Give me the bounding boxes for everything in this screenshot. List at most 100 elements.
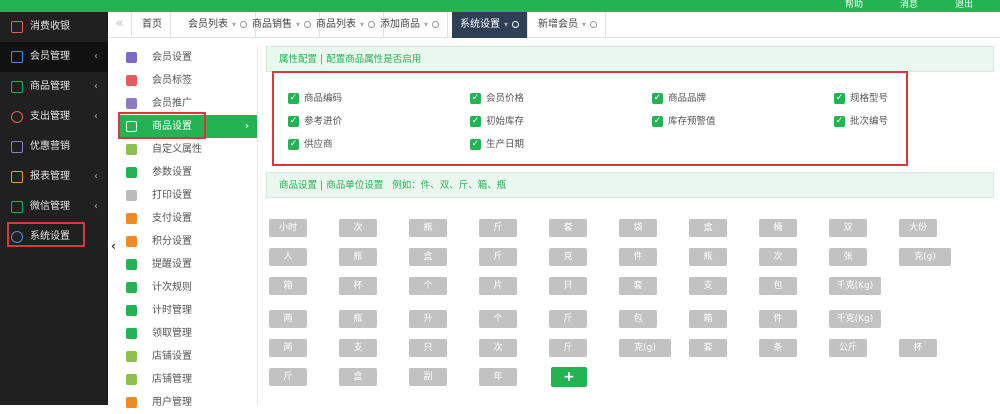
pin-icon[interactable]: ▾ [424,12,428,38]
pin-icon[interactable]: ▾ [232,12,236,38]
unit-tag[interactable]: 件 [759,310,797,328]
unit-tag[interactable]: 副 [409,368,447,386]
attr-checkbox[interactable]: ✓ 参考进价 [288,115,342,129]
submenu-item[interactable]: 店铺管理 [118,368,257,391]
unit-tag[interactable]: 斤 [479,248,517,266]
sidebar-item[interactable]: 微信管理 ‹ [0,192,108,222]
unit-tag[interactable]: 套 [619,277,657,295]
unit-tag[interactable]: 两 [269,310,307,328]
unit-tag[interactable]: 盒 [409,248,447,266]
attr-checkbox[interactable]: ✓ 规格型号 [834,92,888,106]
unit-tag[interactable]: 次 [339,219,377,237]
unit-tag[interactable]: 箱 [689,310,727,328]
sidebar-item[interactable]: 报表管理 ‹ [0,162,108,192]
message-link[interactable]: 消息 [900,0,918,12]
sidebar-item[interactable]: 商品管理 ‹ [0,72,108,102]
unit-tag[interactable]: 条 [759,339,797,357]
checkbox-checked-icon[interactable]: ✓ [652,116,663,127]
checkbox-checked-icon[interactable]: ✓ [470,139,481,150]
unit-tag[interactable]: 千克(Kg) [829,277,881,295]
unit-tag[interactable]: 克(g) [619,339,671,357]
tab-item[interactable]: 首页 [134,12,171,38]
unit-tag[interactable]: 杯 [339,277,377,295]
unit-tag[interactable]: 包 [759,277,797,295]
unit-tag[interactable]: 双 [829,219,867,237]
unit-tag[interactable]: 小时 [269,219,307,237]
collapse-arrow-icon[interactable]: ‹ [111,239,116,253]
checkbox-checked-icon[interactable]: ✓ [288,116,299,127]
unit-tag[interactable]: 斤 [549,339,587,357]
unit-tag[interactable]: 斤 [549,310,587,328]
close-icon[interactable] [432,20,440,28]
logout-link[interactable]: 退出 [955,0,973,12]
checkbox-checked-icon[interactable]: ✓ [470,116,481,127]
attr-checkbox[interactable]: ✓ 初始库存 [470,115,524,129]
checkbox-checked-icon[interactable]: ✓ [652,93,663,104]
attr-checkbox[interactable]: ✓ 库存预警值 [652,115,716,129]
checkbox-checked-icon[interactable]: ✓ [834,93,845,104]
unit-tag[interactable]: 年 [479,368,517,386]
unit-tag[interactable]: 个 [409,277,447,295]
unit-tag[interactable]: 斤 [269,368,307,386]
add-unit-button[interactable]: + [551,367,587,387]
checkbox-checked-icon[interactable]: ✓ [470,93,481,104]
pin-icon[interactable]: ▾ [296,12,300,38]
pin-icon[interactable]: ▾ [582,12,586,38]
sidebar-item[interactable]: 会员管理 ‹ [0,42,108,72]
close-icon[interactable] [512,20,520,28]
unit-tag[interactable]: 张 [829,248,867,266]
sidebar-item[interactable]: 优惠营销 [0,132,108,162]
unit-tag[interactable]: 箱 [269,277,307,295]
checkbox-checked-icon[interactable]: ✓ [288,93,299,104]
unit-tag[interactable]: 公斤 [829,339,867,357]
unit-tag[interactable]: 斤 [479,219,517,237]
pin-icon[interactable]: ▾ [360,12,364,38]
unit-tag[interactable]: 套 [689,339,727,357]
submenu-item[interactable]: 参数设置 [118,161,257,184]
tab-item[interactable]: 新增会员 ▾ [530,12,607,38]
unit-tag[interactable]: 瓶 [409,219,447,237]
unit-tag[interactable]: 桶 [759,219,797,237]
checkbox-checked-icon[interactable]: ✓ [288,139,299,150]
help-link[interactable]: 帮助 [845,0,863,12]
unit-tag[interactable]: 支 [689,277,727,295]
submenu-item[interactable]: 会员标签 [118,69,257,92]
submenu-item[interactable]: 计时管理 [118,299,257,322]
checkbox-checked-icon[interactable]: ✓ [834,116,845,127]
attr-checkbox[interactable]: ✓ 批次编号 [834,115,888,129]
unit-tag[interactable]: 盒 [689,219,727,237]
unit-tag[interactable]: 杯 [899,339,937,357]
submenu-item[interactable]: 计次规则 [118,276,257,299]
unit-tag[interactable]: 只 [549,277,587,295]
submenu-item[interactable]: 支付设置 [118,207,257,230]
submenu-item[interactable]: 领取管理 [118,322,257,345]
unit-tag[interactable]: 千克(Kg) [829,310,881,328]
unit-tag[interactable]: 次 [479,339,517,357]
unit-tag[interactable]: 片 [479,277,517,295]
attr-checkbox[interactable]: ✓ 生产日期 [470,138,524,152]
attr-checkbox[interactable]: ✓ 商品品牌 [652,92,706,106]
submenu-item[interactable]: 提醒设置 [118,253,257,276]
submenu-item[interactable]: 用户管理 [118,391,257,414]
tab-scroll-left-button[interactable]: « [108,12,132,38]
submenu-item[interactable]: 打印设置 [118,184,257,207]
unit-tag[interactable]: 大份 [899,219,937,237]
submenu-item[interactable]: 积分设置 [118,230,257,253]
sidebar-item[interactable]: 消费收银 [0,12,108,42]
unit-tag[interactable]: 人 [269,248,307,266]
attr-checkbox[interactable]: ✓ 商品编码 [288,92,342,106]
unit-tag[interactable]: 个 [479,310,517,328]
unit-tag[interactable]: 克 [549,248,587,266]
unit-tag[interactable]: 瓶 [339,310,377,328]
unit-tag[interactable]: 两 [269,339,307,357]
unit-tag[interactable]: 件 [619,248,657,266]
close-icon[interactable] [590,20,598,28]
attr-checkbox[interactable]: ✓ 供应商 [288,138,333,152]
tab-item[interactable]: 系统设置 ▾ [452,12,529,38]
unit-tag[interactable]: 瓶 [689,248,727,266]
sidebar-item[interactable]: 支出管理 ‹ [0,102,108,132]
unit-tag[interactable]: 只 [409,339,447,357]
unit-tag[interactable]: 次 [759,248,797,266]
submenu-item[interactable]: 自定义属性 [118,138,257,161]
unit-tag[interactable]: 瓶 [339,248,377,266]
